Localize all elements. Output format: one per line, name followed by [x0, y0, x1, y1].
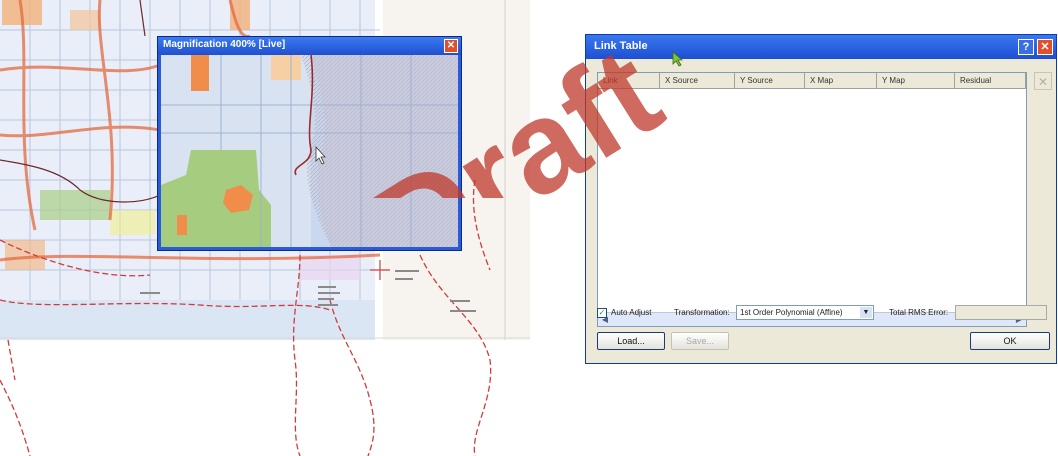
total-rms-error-field [955, 305, 1047, 320]
delete-link-button[interactable]: ✕ [1034, 72, 1052, 90]
auto-adjust-checkbox[interactable]: ✓ [597, 308, 607, 318]
chevron-down-icon[interactable]: ▼ [860, 307, 872, 318]
ok-button[interactable]: OK [970, 332, 1050, 350]
watermark-text: Draft [349, 38, 670, 198]
draft-watermark: Draft [349, 38, 670, 198]
close-icon[interactable]: ✕ [1037, 39, 1053, 55]
help-icon[interactable]: ? [1018, 39, 1034, 55]
column-header-residual[interactable]: Residual [955, 73, 1026, 89]
auto-adjust-label: Auto Adjust [611, 308, 652, 317]
load-button[interactable]: Load... [597, 332, 665, 350]
cursor-icon [672, 51, 684, 67]
transformation-value: 1st Order Polynomial (Affine) [740, 308, 843, 317]
magnification-title: Magnification 400% [Live] [163, 39, 286, 50]
column-header-y-map[interactable]: Y Map [877, 73, 955, 89]
options-row: ✓ Auto Adjust Transformation: 1st Order … [597, 304, 1047, 324]
save-button[interactable]: Save... [671, 332, 729, 350]
transformation-label: Transformation: [674, 308, 730, 317]
total-rms-error-label: Total RMS Error: [889, 308, 949, 317]
column-header-x-map[interactable]: X Map [805, 73, 877, 89]
transformation-dropdown[interactable]: 1st Order Polynomial (Affine) ▼ [736, 305, 874, 320]
column-header-y-source[interactable]: Y Source [735, 73, 805, 89]
column-header-x-source[interactable]: X Source [660, 73, 735, 89]
